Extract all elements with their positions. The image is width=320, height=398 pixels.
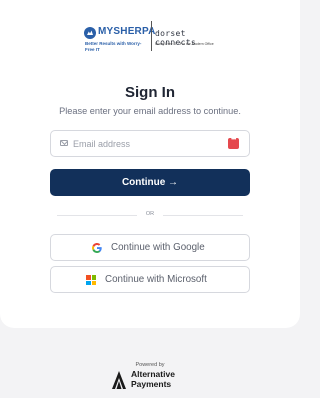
alternative-payments-icon	[112, 371, 126, 389]
alternative-payments-text: Alternative Payments	[131, 369, 175, 389]
email-input[interactable]	[73, 131, 223, 156]
continue-button[interactable]: Continue →	[50, 169, 250, 196]
mail-icon	[60, 140, 68, 146]
mysherpa-logo-text: MYSHERPA	[98, 26, 156, 37]
microsoft-icon	[86, 275, 96, 285]
dorset-tagline: Worry-Free IT · For the Modern Office	[155, 42, 214, 46]
microsoft-button-label: Continue with Microsoft	[105, 274, 207, 285]
google-icon	[92, 243, 102, 253]
continue-with-google-button[interactable]: Continue with Google	[50, 234, 250, 261]
or-divider: OR	[50, 210, 250, 220]
mysherpa-mountain-icon	[84, 27, 96, 39]
or-label: OR	[145, 211, 155, 217]
divider-line-right	[163, 215, 243, 216]
page-title: Sign In	[125, 84, 175, 101]
password-manager-icon[interactable]	[228, 137, 239, 149]
brand-logos: MYSHERPA Better Results with Worry-Free …	[82, 20, 222, 68]
alternative-payments-logo: Alternative Payments	[110, 369, 200, 391]
page-subtitle: Please enter your email address to conti…	[59, 106, 241, 116]
brand-line-2: Payments	[131, 378, 172, 389]
continue-with-microsoft-button[interactable]: Continue with Microsoft	[50, 266, 250, 293]
email-field[interactable]	[50, 130, 250, 157]
sign-in-card: MYSHERPA Better Results with Worry-Free …	[0, 0, 300, 328]
powered-by-label: Powered by	[135, 362, 165, 368]
logo-divider	[151, 21, 152, 51]
mysherpa-tagline: Better Results with Worry-Free IT	[85, 41, 142, 52]
google-button-label: Continue with Google	[111, 242, 205, 253]
